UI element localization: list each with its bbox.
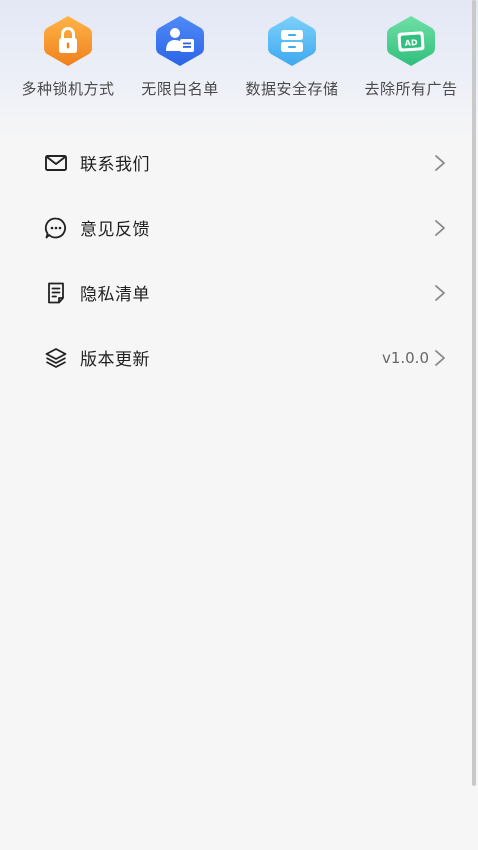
menu-item-label: 意见反馈 [80, 220, 150, 240]
layers-icon [43, 345, 69, 371]
feature-lock-methods[interactable]: 多种锁机方式 [8, 14, 128, 99]
scrollbar[interactable] [472, 0, 476, 786]
ad-block-icon: AD [387, 16, 435, 66]
chat-bubble-icon [43, 215, 69, 241]
document-icon [43, 280, 69, 306]
settings-menu: 联系我们 意见反馈 隐私清单 版本更新 v1.0.0 [0, 130, 478, 390]
chevron-right-icon [435, 284, 445, 301]
storage-cabinet-icon [268, 16, 316, 66]
menu-item-version-update[interactable]: 版本更新 v1.0.0 [0, 325, 478, 390]
menu-item-contact-us[interactable]: 联系我们 [0, 130, 478, 195]
chevron-right-icon [435, 154, 445, 171]
menu-item-label: 联系我们 [80, 155, 150, 175]
lock-icon [44, 16, 92, 66]
menu-item-privacy-list[interactable]: 隐私清单 [0, 260, 478, 325]
feature-row: 多种锁机方式 无限白名单 数据安全存储 AD 去除所有广告 [0, 14, 478, 104]
menu-item-label: 版本更新 [80, 350, 150, 370]
feature-label: 去除所有广告 [364, 80, 458, 98]
feature-label: 数据安全存储 [245, 80, 339, 98]
chevron-right-icon [435, 349, 445, 366]
feature-label: 无限白名单 [141, 80, 219, 98]
feature-secure-storage[interactable]: 数据安全存储 [232, 14, 352, 99]
bottom-area [0, 786, 478, 850]
mail-icon [43, 150, 69, 176]
svg-text:AD: AD [404, 38, 418, 48]
menu-item-label: 隐私清单 [80, 285, 150, 305]
menu-item-feedback[interactable]: 意见反馈 [0, 195, 478, 260]
version-value: v1.0.0 [381, 348, 429, 367]
feature-remove-ads[interactable]: AD 去除所有广告 [351, 14, 471, 99]
feature-unlimited-whitelist[interactable]: 无限白名单 [120, 14, 240, 99]
feature-label: 多种锁机方式 [21, 80, 115, 98]
contact-card-icon [156, 16, 204, 66]
chevron-right-icon [435, 219, 445, 236]
